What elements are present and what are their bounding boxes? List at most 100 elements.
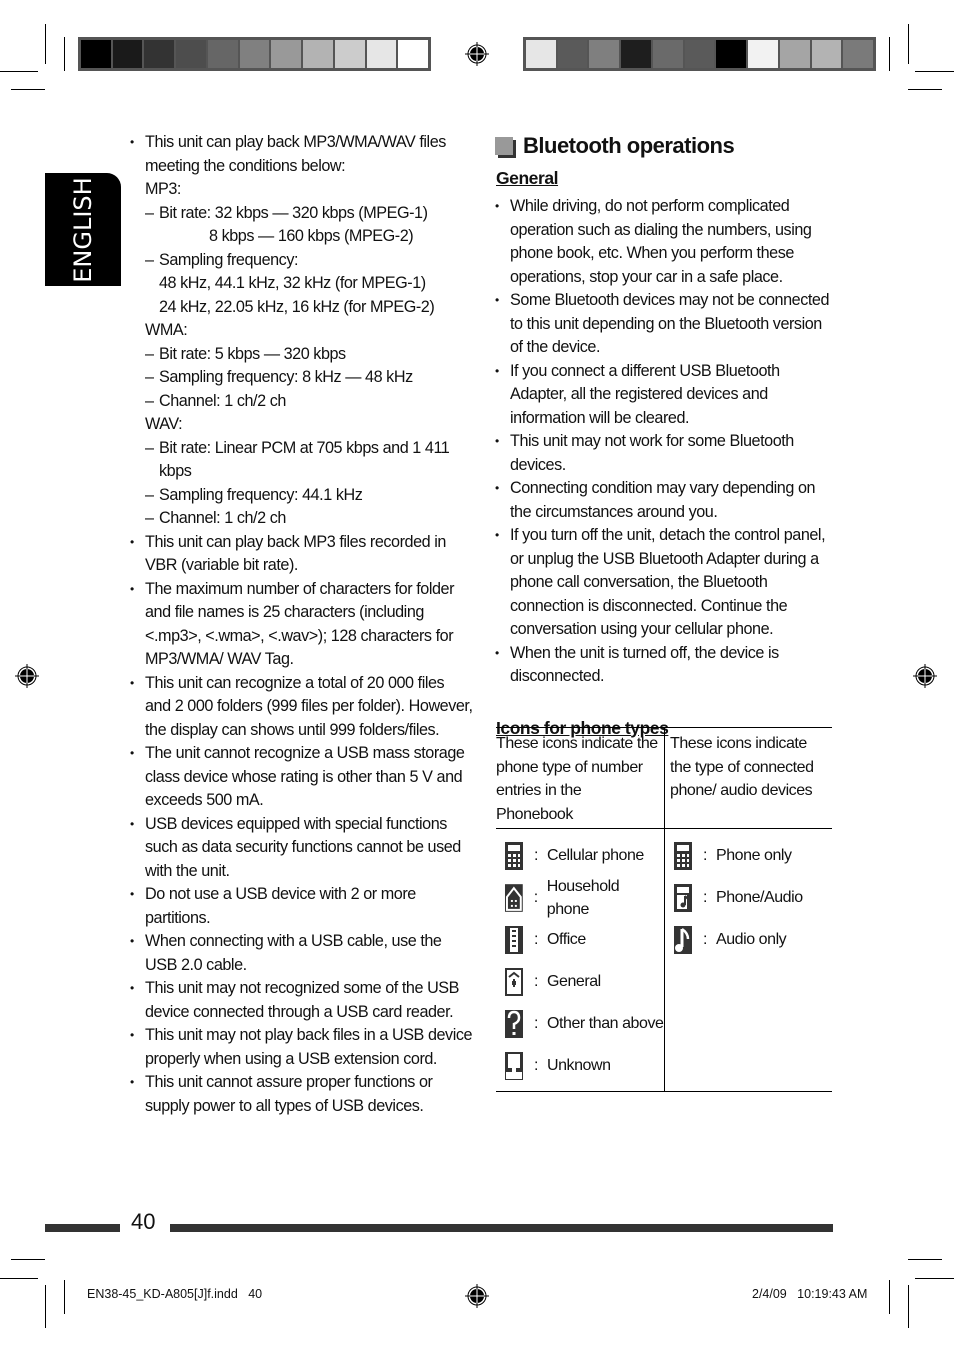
- list-item: Do not use a USB device with 2 or more p…: [128, 883, 473, 930]
- list-item: The maximum number of characters for fol…: [128, 578, 473, 672]
- crop-mark: [0, 1278, 38, 1279]
- page-rule-left: [45, 1224, 120, 1232]
- registration-target-icon: [465, 1284, 489, 1308]
- spec-line: 8 kbps — 160 kbps (MPEG-2): [209, 227, 414, 245]
- icon-legend-item: : Cellular phone: [496, 835, 664, 877]
- list-item: This unit can play back MP3 files record…: [128, 531, 473, 578]
- table-header-right: These icons indicate the type of connect…: [664, 727, 832, 829]
- general-icon: [505, 968, 523, 996]
- gray-swatch: [526, 40, 556, 68]
- question-icon: [505, 1010, 523, 1038]
- spec-line: Sampling frequency:: [145, 249, 473, 273]
- spec-line: Bit rate: 32 kbps — 320 kbps (MPEG-1): [145, 202, 473, 226]
- gray-swatch: [843, 40, 874, 68]
- left-column: This unit can play back MP3/WMA/WAV file…: [128, 131, 473, 1118]
- separator: :: [533, 889, 538, 907]
- icon-legend-item: : Other than above: [496, 1003, 664, 1045]
- list-item: This unit can recognize a total of 20 00…: [128, 672, 473, 743]
- icon-label: Cellular phone: [547, 847, 644, 865]
- language-tab: ENGLISH: [45, 173, 121, 286]
- list-item: This unit cannot assure proper functions…: [128, 1071, 473, 1118]
- page-number: 40: [131, 1209, 156, 1234]
- separator: :: [534, 1057, 538, 1075]
- gray-swatch: [303, 40, 333, 68]
- icon-label: Office: [547, 931, 586, 949]
- icon-label: Unknown: [547, 1057, 611, 1075]
- spec-line: Bit rate: Linear PCM at 705 kbps and 1 4…: [145, 437, 473, 484]
- gray-swatch: [684, 40, 715, 68]
- gray-swatch: [366, 40, 397, 68]
- unknown-person-icon: [505, 1052, 523, 1080]
- gray-swatch: [239, 40, 270, 68]
- registration-target-icon: [913, 664, 937, 688]
- phone-type-icons-table: These icons indicate the phone type of n…: [496, 727, 832, 1092]
- slug-filename: EN38-45_KD-A805[J]f.indd 40: [87, 1287, 263, 1301]
- spec-line: 24 kHz, 22.05 kHz, 16 kHz (for MPEG-2): [159, 297, 435, 316]
- separator: :: [703, 889, 707, 907]
- crop-mark: [915, 1278, 954, 1279]
- spec-line: Channel: 1 ch/2 ch: [145, 390, 473, 414]
- gray-swatch: [207, 40, 238, 68]
- household-phone-icon: [504, 884, 523, 912]
- spec-line: Sampling frequency: 8 kHz — 48 kHz: [145, 366, 473, 390]
- list-item-text: This unit can play back MP3/WMA/WAV file…: [145, 133, 446, 175]
- crop-mark: [45, 1285, 46, 1328]
- list-item: This unit may not work for some Bluetoot…: [493, 430, 838, 477]
- spec-line: 48 kHz, 44.1 kHz, 32 kHz (for MPEG-1): [159, 274, 426, 292]
- spec-line: Bit rate: 5 kbps — 320 kbps: [145, 343, 473, 367]
- gray-swatch: [112, 40, 143, 68]
- audio-only-icon: [674, 926, 692, 954]
- gray-swatch: [557, 40, 588, 68]
- icon-label: General: [547, 973, 601, 991]
- separator: :: [534, 1015, 538, 1033]
- format-label: WAV:: [145, 415, 183, 433]
- format-label: MP3:: [145, 180, 181, 198]
- list-item: If you turn off the unit, detach the con…: [493, 524, 838, 642]
- registration-target-icon: [465, 42, 489, 66]
- gray-swatch: [81, 40, 111, 68]
- crop-mark: [0, 71, 38, 72]
- spec-line: Sampling frequency: 44.1 kHz: [145, 484, 473, 508]
- crop-mark: [915, 71, 954, 72]
- gray-swatch: [589, 40, 620, 68]
- gray-swatch: [779, 40, 810, 68]
- registration-target-icon: [15, 664, 39, 688]
- gray-swatch: [271, 40, 302, 68]
- crop-mark: [908, 1259, 942, 1260]
- icon-legend-item: : Household phone: [496, 877, 664, 919]
- crop-mark: [45, 24, 46, 64]
- separator: :: [534, 973, 538, 991]
- crop-mark: [908, 1285, 909, 1328]
- usb-notes-list: This unit can play back MP3/WMA/WAV file…: [128, 131, 473, 1118]
- color-calibration-bar: [523, 37, 876, 71]
- icon-label: Household phone: [546, 877, 620, 919]
- gray-swatch: [398, 40, 429, 68]
- gray-swatch: [334, 40, 365, 68]
- separator: :: [703, 931, 707, 949]
- separator: :: [534, 847, 538, 865]
- language-label: ENGLISH: [69, 176, 97, 283]
- list-item: If you connect a different USB Bluetooth…: [493, 360, 838, 431]
- gray-swatch: [144, 40, 175, 68]
- icon-legend-item: : Phone only: [665, 835, 832, 877]
- list-item: This unit can play back MP3/WMA/WAV file…: [128, 131, 473, 531]
- gray-swatch: [716, 40, 747, 68]
- icon-legend-item: : Office: [496, 919, 664, 961]
- list-item: Connecting condition may vary depending …: [493, 477, 838, 524]
- device-icons-cell: : Phone only: Phone/Audio: Audio only: [664, 828, 832, 1092]
- gray-swatch: [811, 40, 842, 68]
- crop-mark: [889, 37, 890, 71]
- separator: :: [703, 847, 707, 865]
- office-icon: [505, 926, 523, 954]
- icon-label: Phone only: [716, 847, 792, 865]
- icon-label: Audio only: [716, 931, 787, 949]
- crop-mark: [64, 37, 65, 71]
- crop-mark: [908, 24, 909, 64]
- crop-mark: [11, 1259, 45, 1260]
- icon-legend-item: : Audio only: [665, 919, 832, 961]
- section-marker-icon: [495, 137, 513, 155]
- crop-mark: [889, 1280, 890, 1314]
- list-item: The unit cannot recognize a USB mass sto…: [128, 742, 473, 813]
- table-header-left: These icons indicate the phone type of n…: [496, 727, 665, 829]
- list-item: Some Bluetooth devices may not be connec…: [493, 289, 838, 360]
